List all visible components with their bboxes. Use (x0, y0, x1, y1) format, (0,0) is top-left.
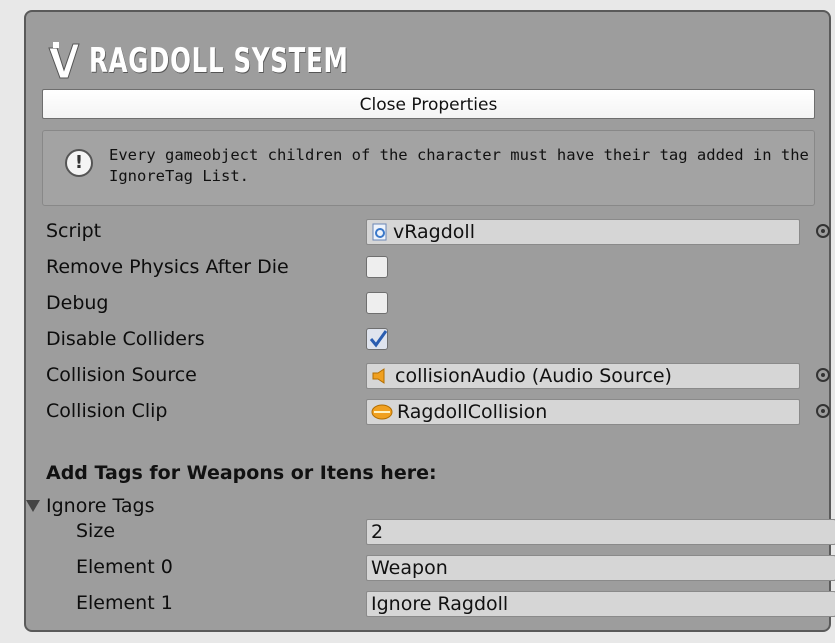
script-field[interactable]: vRagdoll (366, 219, 800, 245)
disable-colliders-checkbox[interactable] (366, 328, 388, 350)
triangle-down-icon (26, 500, 40, 512)
collision-source-label: Collision Source (46, 364, 197, 386)
remove-physics-row: Remove Physics After Die (46, 252, 831, 282)
collision-source-row: Collision Source collisionAudio (Audio S… (46, 360, 831, 390)
disable-colliders-label: Disable Colliders (46, 328, 205, 350)
close-properties-button[interactable]: Close Properties (42, 89, 815, 119)
audio-source-icon (372, 368, 385, 384)
page-title: RAGDOLL SYSTEM (89, 41, 349, 81)
script-row: Script vRagdoll (46, 216, 831, 246)
collision-clip-value: RagdollCollision (397, 401, 548, 423)
collision-clip-row: Collision Clip RagdollCollision (46, 396, 831, 426)
exclamation-icon: ! (65, 149, 93, 177)
remove-physics-label: Remove Physics After Die (46, 256, 289, 278)
object-picker-icon[interactable] (816, 404, 830, 418)
script-file-icon (372, 223, 387, 241)
element-1-input[interactable]: Ignore Ragdoll (366, 591, 835, 617)
disable-colliders-row: Disable Colliders (46, 324, 831, 354)
header: RAGDOLL SYSTEM (47, 38, 450, 84)
inspector-panel: RAGDOLL SYSTEM Close Properties ! Every … (24, 10, 835, 632)
size-row: Size 2 (46, 516, 835, 546)
debug-checkbox[interactable] (366, 292, 388, 314)
size-input[interactable]: 2 (366, 519, 835, 545)
element-0-value: Weapon (371, 557, 448, 579)
remove-physics-checkbox[interactable] (366, 256, 388, 278)
debug-label: Debug (46, 292, 109, 314)
help-text: Every gameobject children of the charact… (109, 146, 809, 185)
checkmark-icon (369, 330, 388, 348)
element-1-value: Ignore Ragdoll (371, 593, 509, 615)
audio-clip-icon (371, 404, 393, 420)
script-label: Script (46, 220, 102, 242)
object-picker-icon[interactable] (816, 224, 830, 238)
element-0-row: Element 0 Weapon (46, 552, 835, 582)
element-1-row: Element 1 Ignore Ragdoll (46, 588, 835, 618)
size-label: Size (76, 520, 116, 542)
element-1-label: Element 1 (76, 592, 173, 614)
element-0-label: Element 0 (76, 556, 173, 578)
element-0-input[interactable]: Weapon (366, 555, 835, 581)
collision-source-value: collisionAudio (Audio Source) (395, 365, 672, 387)
collision-source-field[interactable]: collisionAudio (Audio Source) (366, 363, 800, 389)
script-value: vRagdoll (393, 221, 475, 243)
debug-row: Debug (46, 288, 831, 318)
v-logo-icon (48, 42, 80, 79)
collision-clip-field[interactable]: RagdollCollision (366, 399, 800, 425)
object-picker-icon[interactable] (816, 368, 830, 382)
collision-clip-label: Collision Clip (46, 400, 168, 422)
size-value: 2 (371, 521, 384, 543)
tags-section-title: Add Tags for Weapons or Itens here: (46, 462, 437, 484)
help-box: ! Every gameobject children of the chara… (42, 130, 815, 206)
